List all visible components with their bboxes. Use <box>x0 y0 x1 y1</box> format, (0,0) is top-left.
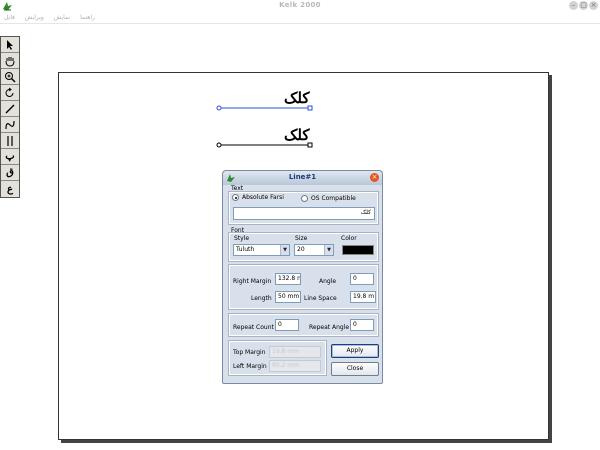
repeat-count-label: Repeat Count <box>233 324 274 331</box>
tool-parallel[interactable] <box>1 133 19 149</box>
tool-select[interactable] <box>1 37 19 53</box>
tool-curve[interactable] <box>1 117 19 133</box>
tool-letter-1[interactable]: پ <box>1 149 19 165</box>
tool-palette: پ ق ع <box>0 36 20 198</box>
tool-zoom[interactable] <box>1 69 19 85</box>
size-select[interactable]: 20 ▼ <box>294 244 334 256</box>
menu-help[interactable]: راهنما <box>80 12 95 23</box>
style-label: Style <box>234 235 250 242</box>
line-properties-dialog: Line#1 × Text Absolute Farsi OS Compatib… <box>222 170 383 384</box>
calligraphy-text-1[interactable]: کلک <box>284 89 310 107</box>
apply-button[interactable]: Apply <box>331 344 379 358</box>
dialog-title: Line#1 <box>288 173 317 181</box>
left-margin-label: Left Margin <box>233 363 267 370</box>
menu-edit[interactable]: ویرایش <box>25 12 44 23</box>
text-group-label: Text <box>231 185 244 192</box>
curve-tool-icon <box>5 120 15 129</box>
close-window-button[interactable]: × <box>589 1 598 10</box>
menu-view[interactable]: نمایش <box>54 12 70 23</box>
close-button[interactable]: Close <box>331 362 379 376</box>
length-input[interactable]: 50 mm <box>275 291 301 303</box>
tool-letter-3[interactable]: ع <box>1 181 19 197</box>
rotate-icon <box>5 87 14 97</box>
repeat-angle-input[interactable]: 0 <box>350 319 374 331</box>
menu-file[interactable]: فایل <box>4 12 15 23</box>
calligraphy-text-2[interactable]: کلک <box>284 126 310 144</box>
tool-letter-2[interactable]: ق <box>1 165 19 181</box>
tool-rotate[interactable] <box>1 85 19 101</box>
line-space-label: Line Space <box>304 295 337 302</box>
top-margin-input: 19.8 mm <box>269 346 321 358</box>
minimize-button[interactable]: – <box>569 1 578 10</box>
letter-sample-3-icon: ع <box>7 183 13 195</box>
right-margin-label: Right Margin <box>233 278 272 285</box>
size-value: 20 <box>297 246 305 253</box>
color-swatch[interactable] <box>342 245 374 255</box>
length-label: Length <box>251 295 272 302</box>
letter-sample-1-icon: پ <box>5 151 15 162</box>
repeat-angle-label: Repeat Angle <box>309 324 350 331</box>
repeat-count-input[interactable]: 0 <box>275 319 299 331</box>
app-title: Kelk 2000 <box>279 1 321 9</box>
size-label: Size <box>295 235 308 242</box>
window-controls: – □ × <box>569 1 598 10</box>
left-margin-input: 90.2 mm <box>269 360 321 372</box>
style-value: Tuluth <box>236 246 255 253</box>
arrow-select-icon <box>7 39 13 50</box>
os-compatible-radio[interactable] <box>301 195 308 202</box>
angle-label: Angle <box>319 278 337 285</box>
absolute-farsi-radio[interactable] <box>232 194 239 201</box>
tool-pen[interactable] <box>1 101 19 117</box>
dialog-close-icon[interactable]: × <box>370 173 379 182</box>
menu-bar: فایل ویرایش نمایش راهنما <box>0 12 600 24</box>
top-margin-label: Top Margin <box>233 349 266 356</box>
os-compatible-label: OS Compatible <box>311 195 356 202</box>
absolute-farsi-label: Absolute Farsi <box>242 194 284 201</box>
angle-input[interactable]: 0 <box>350 273 374 285</box>
maximize-button[interactable]: □ <box>579 1 588 10</box>
title-bar: Kelk 2000 – □ × <box>0 0 600 12</box>
color-label: Color <box>341 235 357 242</box>
baseline-start-handle[interactable] <box>216 105 222 111</box>
parallel-lines-icon <box>7 135 13 146</box>
chevron-down-icon: ▼ <box>280 245 289 255</box>
baseline-2-start-handle[interactable] <box>216 142 222 148</box>
pen-line-icon <box>5 104 15 113</box>
text-input[interactable]: کلک <box>233 207 375 220</box>
chevron-down-icon: ▼ <box>324 245 333 255</box>
line-space-input[interactable]: 19.8 m <box>350 291 376 303</box>
right-margin-input[interactable]: 132.8 n <box>275 273 301 285</box>
zoom-icon <box>5 71 16 83</box>
hand-pan-icon <box>5 56 15 67</box>
tool-pan[interactable] <box>1 53 19 69</box>
letter-sample-2-icon: ق <box>6 167 14 178</box>
dialog-title-bar[interactable]: Line#1 × <box>223 171 382 185</box>
style-select[interactable]: Tuluth ▼ <box>233 244 290 256</box>
